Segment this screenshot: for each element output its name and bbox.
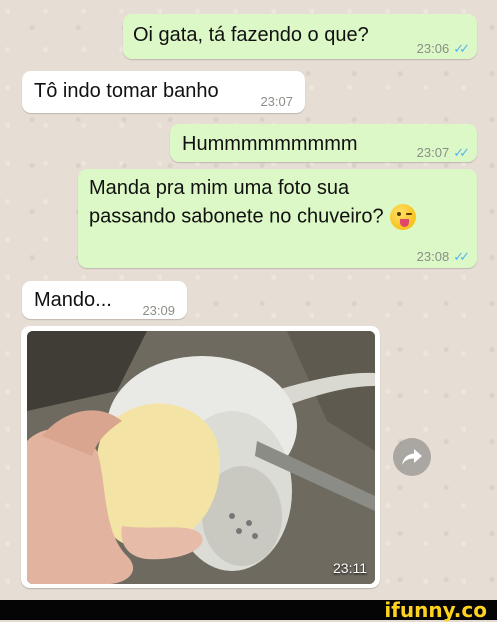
watermark-bar: ifunny.co: [0, 600, 497, 620]
forward-button[interactable]: [393, 438, 431, 476]
photo-attachment[interactable]: 23:11: [27, 331, 375, 584]
message-time: 23:11: [333, 560, 367, 576]
message-time: 23:06: [416, 41, 450, 56]
message-text: Hummmmmmmmm: [182, 133, 358, 155]
message-text-line-2: passando sabonete no chuveiro?: [89, 205, 384, 228]
message-text: Oi gata, tá fazendo o que?: [133, 24, 369, 46]
read-receipt-icon: ✓✓: [453, 249, 470, 264]
message-text-line-1: Manda pra mim uma foto sua: [89, 177, 350, 199]
message-time: 23:09: [142, 303, 175, 318]
message-incoming-2[interactable]: Mando... 23:09: [22, 281, 187, 319]
message-outgoing-2[interactable]: Hummmmmmmmm 23:07 ✓✓: [170, 124, 477, 162]
read-receipt-icon: ✓✓: [453, 41, 470, 56]
message-time: 23:07: [416, 145, 450, 160]
message-incoming-1[interactable]: Tô indo tomar banho 23:07: [22, 71, 305, 113]
message-text: Tô indo tomar banho: [34, 80, 219, 102]
message-time: 23:07: [260, 94, 293, 109]
message-outgoing-1[interactable]: Oi gata, tá fazendo o que? 23:06 ✓✓: [123, 14, 477, 59]
message-text: Mando...: [34, 289, 112, 311]
winking-face-with-tongue-icon: [389, 204, 416, 230]
ifunny-watermark: ifunny.co: [384, 598, 487, 622]
forward-arrow-icon: [402, 449, 422, 465]
read-receipt-icon: ✓✓: [453, 145, 470, 160]
photo-content: [27, 331, 375, 584]
message-time: 23:08: [416, 249, 450, 264]
message-outgoing-3[interactable]: Manda pra mim uma foto sua passando sabo…: [78, 169, 477, 268]
